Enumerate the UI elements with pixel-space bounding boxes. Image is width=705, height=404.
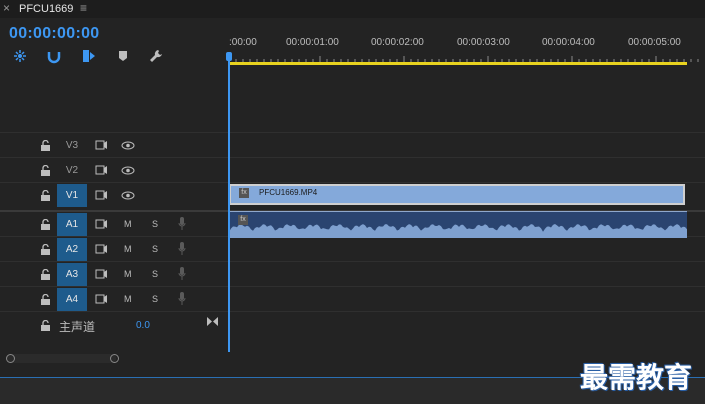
sync-lock-icon[interactable] [95, 140, 108, 150]
clip-name: PFCU1669.MP4 [259, 188, 318, 197]
lock-icon[interactable] [41, 294, 50, 305]
close-icon[interactable]: × [3, 1, 10, 15]
master-volume-value[interactable]: 0.0 [136, 320, 150, 331]
ruler-label: 00:00:05:00 [628, 37, 681, 48]
sync-lock-icon[interactable] [95, 269, 108, 279]
go-to-in-out-icon[interactable] [207, 317, 218, 326]
lock-icon[interactable] [41, 320, 50, 331]
sync-lock-icon[interactable] [95, 294, 108, 304]
audio-track-a4: A4 M S [0, 286, 705, 312]
video-track-v2: V2 [0, 157, 705, 183]
sync-lock-icon[interactable] [95, 165, 108, 175]
playhead-handle[interactable] [226, 52, 232, 61]
waveform-shape [229, 224, 687, 238]
mic-icon[interactable] [178, 292, 186, 306]
lock-icon[interactable] [41, 269, 50, 280]
sequence-tab-title[interactable]: PFCU1669 [19, 2, 73, 16]
lock-icon[interactable] [41, 190, 50, 201]
solo-button[interactable]: S [152, 219, 158, 229]
sync-lock-icon[interactable] [95, 190, 108, 200]
playhead-timecode[interactable]: 00:00:00:00 [9, 25, 99, 43]
lock-icon[interactable] [41, 165, 50, 176]
wrench-icon[interactable] [148, 48, 164, 64]
eye-icon[interactable] [121, 141, 135, 150]
mic-icon[interactable] [178, 267, 186, 281]
ruler-label: 00:00:04:00 [542, 37, 595, 48]
sequence-tab-bar [0, 0, 705, 18]
eye-icon[interactable] [121, 191, 135, 200]
audio-waveform [229, 224, 687, 238]
track-name[interactable]: A1 [57, 213, 87, 236]
track-name[interactable]: V3 [57, 134, 87, 157]
ruler-label: 00:00:02:00 [371, 37, 424, 48]
audio-track-a2: A2 M S [0, 236, 705, 262]
ruler-label: 00:00:01:00 [286, 37, 339, 48]
track-name[interactable]: V1 [57, 184, 87, 207]
solo-button[interactable]: S [152, 294, 158, 304]
lock-icon[interactable] [41, 244, 50, 255]
playhead[interactable] [228, 52, 230, 352]
lock-icon[interactable] [41, 219, 50, 230]
link-icon[interactable] [46, 48, 62, 64]
scroll-handle-right[interactable] [110, 354, 119, 363]
fx-badge: fx [239, 188, 249, 198]
mic-icon[interactable] [178, 242, 186, 256]
audio-clip[interactable]: fx [229, 211, 687, 238]
master-label: 主声道 [59, 320, 96, 334]
scroll-handle-left[interactable] [6, 354, 15, 363]
eye-icon[interactable] [121, 166, 135, 175]
track-name[interactable]: V2 [57, 159, 87, 182]
mute-button[interactable]: M [124, 269, 132, 279]
mute-button[interactable]: M [124, 219, 132, 229]
marker-icon[interactable] [115, 48, 131, 64]
ruler-label: 00:00:03:00 [457, 37, 510, 48]
watermark: 最需教育 [580, 361, 693, 394]
video-track-v3: V3 [0, 132, 705, 158]
solo-button[interactable]: S [152, 269, 158, 279]
track-name[interactable]: A3 [57, 263, 87, 286]
work-area-bar[interactable] [229, 62, 687, 65]
lock-icon[interactable] [41, 140, 50, 151]
menu-icon[interactable]: ≡ [80, 1, 87, 15]
solo-button[interactable]: S [152, 244, 158, 254]
master-track: 主声道 0.0 [0, 311, 705, 339]
sync-lock-icon[interactable] [95, 219, 108, 229]
marker-add-icon[interactable] [81, 48, 97, 64]
mute-button[interactable]: M [124, 244, 132, 254]
snap-icon[interactable] [12, 48, 28, 64]
mic-icon[interactable] [178, 217, 186, 231]
fx-badge: fx [238, 215, 248, 225]
sync-lock-icon[interactable] [95, 244, 108, 254]
audio-track-a3: A3 M S [0, 261, 705, 287]
mute-button[interactable]: M [124, 294, 132, 304]
horizontal-scrollbar[interactable] [6, 354, 119, 363]
track-name[interactable]: A2 [57, 238, 87, 261]
ruler-label: :00:00 [229, 37, 257, 48]
video-clip[interactable]: fx PFCU1669.MP4 [229, 184, 685, 205]
track-name[interactable]: A4 [57, 288, 87, 311]
